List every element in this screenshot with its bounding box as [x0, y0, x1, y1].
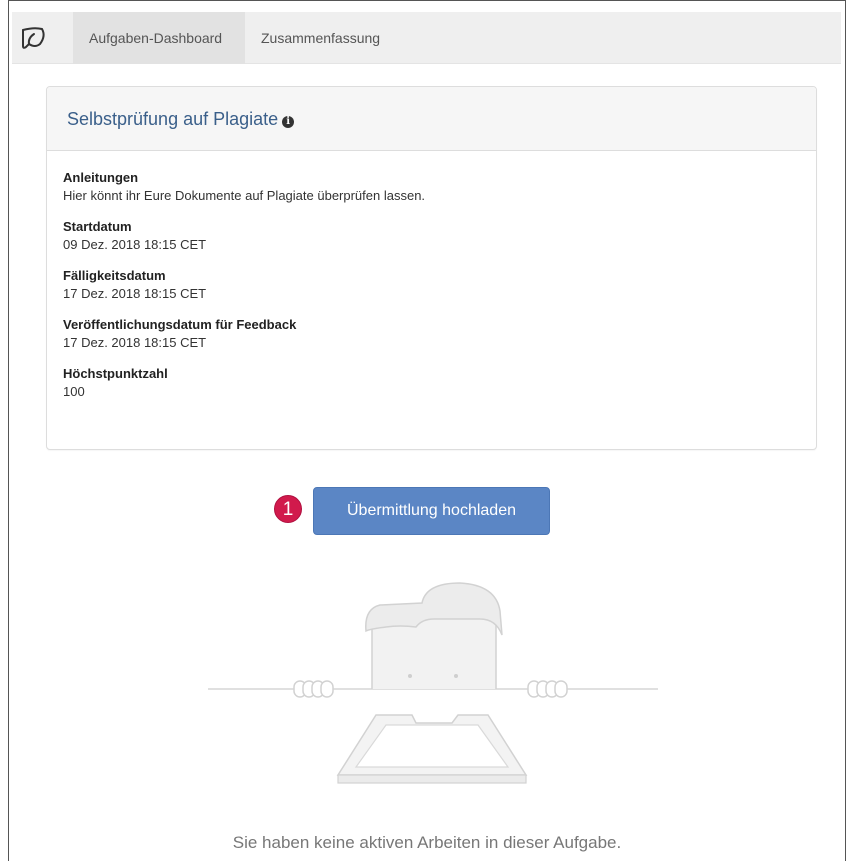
panel-heading: Selbstprüfung auf Plagiate i [47, 87, 816, 151]
app-logo-icon[interactable] [16, 24, 52, 52]
field-label: Fälligkeitsdatum [63, 268, 166, 283]
field-value: 09 Dez. 2018 18:15 CET [63, 237, 207, 252]
tab-zusammenfassung[interactable]: Zusammenfassung [245, 12, 396, 64]
info-icon[interactable]: i [282, 116, 295, 128]
field-value: Hier könnt ihr Eure Dokumente auf Plagia… [63, 188, 426, 203]
field-start-date: Startdatum 09 Dez. 2018 18:15 CET [63, 218, 800, 254]
panel-title: Selbstprüfung auf Plagiate [67, 109, 279, 129]
field-max-points: Höchstpunktzahl 100 [63, 365, 800, 401]
field-value: 100 [63, 384, 85, 399]
upload-row: 1 Übermittlung hochladen [0, 487, 854, 535]
step-badge: 1 [274, 495, 302, 523]
field-feedback-date: Veröffentlichungsdatum für Feedback 17 D… [63, 316, 800, 352]
field-label: Höchstpunktzahl [63, 366, 168, 381]
assignment-panel: Selbstprüfung auf Plagiate i Anleitungen … [46, 86, 817, 450]
panel-body: Anleitungen Hier könnt ihr Eure Dokument… [47, 151, 816, 401]
upload-submission-button[interactable]: Übermittlung hochladen [313, 487, 550, 535]
field-due-date: Fälligkeitsdatum 17 Dez. 2018 18:15 CET [63, 267, 800, 303]
top-navbar: Aufgaben-Dashboard Zusammenfassung [12, 12, 841, 64]
empty-state-message: Sie haben keine aktiven Arbeiten in dies… [232, 833, 622, 852]
field-label: Veröffentlichungsdatum für Feedback [63, 317, 297, 332]
field-value: 17 Dez. 2018 18:15 CET [63, 286, 207, 301]
empty-state-illustration [208, 582, 658, 784]
tab-aufgaben-dashboard[interactable]: Aufgaben-Dashboard [73, 12, 245, 64]
field-instructions: Anleitungen Hier könnt ihr Eure Dokument… [63, 169, 800, 205]
field-label: Anleitungen [63, 170, 139, 185]
field-label: Startdatum [63, 219, 132, 234]
field-value: 17 Dez. 2018 18:15 CET [63, 335, 207, 350]
